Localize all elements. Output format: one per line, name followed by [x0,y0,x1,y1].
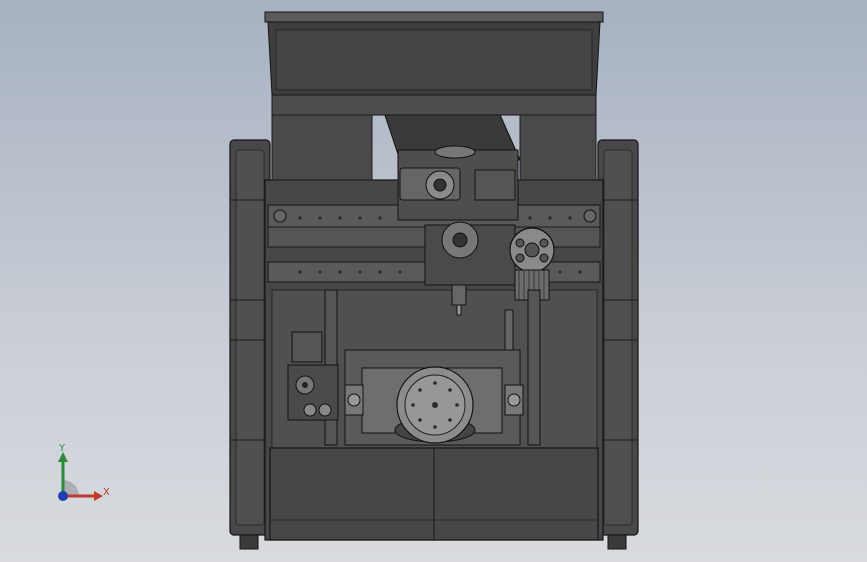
graphics-viewport[interactable]: Y X [0,0,867,562]
rotary-table [344,349,524,446]
z-axis-icon [58,491,68,501]
drive-gear [509,227,555,301]
front-lower-panel [269,447,599,541]
left-side-panel [229,139,271,536]
x-axis-label: X [103,487,110,498]
right-side-panel [597,139,639,536]
machine-model[interactable] [0,0,867,562]
y-axis-label: Y [59,443,66,454]
